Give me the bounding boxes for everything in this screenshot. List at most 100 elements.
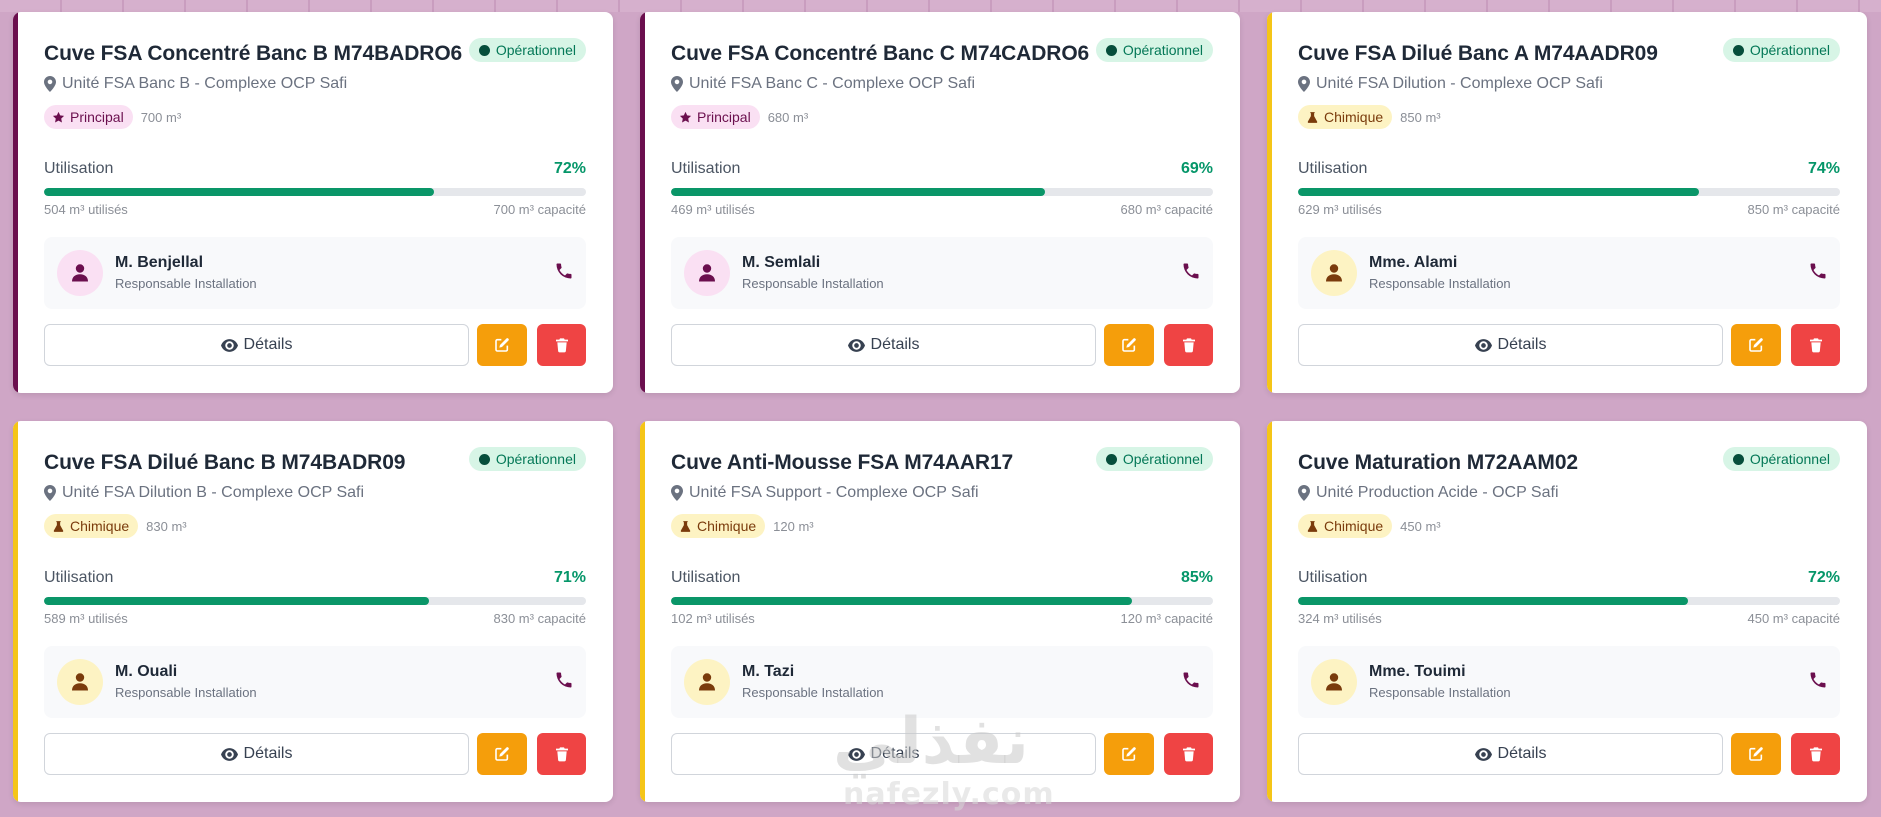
usage-progress-bar bbox=[44, 188, 586, 196]
tank-title: Cuve FSA Concentré Banc B M74BADRO6 bbox=[44, 42, 463, 65]
capacity-volume: 830 m³ capacité bbox=[493, 611, 587, 626]
details-button[interactable]: Détails bbox=[1298, 324, 1723, 366]
status-dot-icon bbox=[1105, 44, 1117, 56]
tag-row: Chimique 850 m³ bbox=[1298, 105, 1441, 129]
contact-box: Mme. Alami Responsable Installation bbox=[1298, 237, 1840, 309]
used-volume: 469 m³ utilisés bbox=[671, 202, 755, 217]
status-dot-icon bbox=[1105, 453, 1117, 465]
edit-button[interactable] bbox=[477, 733, 527, 775]
delete-button[interactable] bbox=[1791, 324, 1840, 366]
phone-icon[interactable] bbox=[554, 261, 574, 281]
location-text: Unité FSA Dilution - Complexe OCP Safi bbox=[1316, 75, 1603, 92]
status-text: Opérationnel bbox=[495, 42, 576, 58]
status-dot-icon bbox=[1732, 453, 1744, 465]
contact-role: Responsable Installation bbox=[1369, 276, 1511, 291]
delete-button[interactable] bbox=[1164, 733, 1213, 775]
trash-icon bbox=[1809, 338, 1822, 353]
map-pin-icon bbox=[671, 485, 683, 501]
usage-percent: 72% bbox=[1807, 569, 1840, 586]
tank-card: Cuve FSA Concentré Banc B M74BADRO6 Opér… bbox=[13, 12, 613, 393]
card-accent-principal bbox=[640, 12, 645, 393]
map-pin-icon bbox=[1298, 485, 1310, 501]
details-button[interactable]: Détails bbox=[44, 733, 469, 775]
usage-progress-fill bbox=[1298, 188, 1700, 196]
eye-icon bbox=[1474, 338, 1492, 352]
avatar bbox=[57, 659, 103, 705]
type-tag: Principal bbox=[44, 105, 133, 129]
phone-icon[interactable] bbox=[1808, 261, 1828, 281]
tank-volume: 850 m³ bbox=[1400, 109, 1441, 125]
delete-button[interactable] bbox=[1791, 733, 1840, 775]
tank-location: Unité FSA Dilution B - Complexe OCP Safi bbox=[44, 484, 364, 502]
capacity-volume: 450 m³ capacité bbox=[1747, 611, 1841, 626]
status-badge: Opérationnel bbox=[1095, 447, 1213, 471]
phone-icon[interactable] bbox=[1181, 670, 1201, 690]
edit-icon bbox=[1749, 747, 1763, 761]
details-label: Détails bbox=[1497, 745, 1547, 762]
tag-label: Chimique bbox=[1324, 109, 1384, 125]
tank-volume: 830 m³ bbox=[146, 518, 187, 534]
avatar bbox=[57, 250, 103, 296]
phone-icon[interactable] bbox=[1181, 261, 1201, 281]
edit-button[interactable] bbox=[1731, 733, 1781, 775]
usage-percent: 74% bbox=[1807, 160, 1840, 177]
status-dot-icon bbox=[478, 453, 490, 465]
phone-icon[interactable] bbox=[554, 670, 574, 690]
status-dot-icon bbox=[1732, 44, 1744, 56]
tag-row: Principal 700 m³ bbox=[44, 105, 181, 129]
usage-label: Utilisation bbox=[1298, 160, 1368, 177]
map-pin-icon bbox=[671, 76, 683, 92]
edit-button[interactable] bbox=[1104, 733, 1154, 775]
details-label: Détails bbox=[870, 336, 920, 353]
usage-percent: 71% bbox=[553, 569, 586, 586]
type-tag: Chimique bbox=[671, 514, 766, 538]
details-label: Détails bbox=[870, 745, 920, 762]
user-icon bbox=[1326, 673, 1342, 691]
details-button[interactable]: Détails bbox=[1298, 733, 1723, 775]
tank-card: Cuve Maturation M72AAM02 Opérationnel Un… bbox=[1267, 421, 1867, 802]
type-tag: Chimique bbox=[1298, 105, 1393, 129]
usage-label: Utilisation bbox=[1298, 569, 1368, 586]
trash-icon bbox=[555, 338, 568, 353]
edit-button[interactable] bbox=[1731, 324, 1781, 366]
trash-icon bbox=[555, 747, 568, 762]
details-button[interactable]: Détails bbox=[671, 733, 1096, 775]
details-button[interactable]: Détails bbox=[671, 324, 1096, 366]
tank-title: Cuve Anti-Mousse FSA M74AAR17 bbox=[671, 451, 1014, 474]
eye-icon bbox=[220, 338, 238, 352]
card-accent-chimique bbox=[1267, 421, 1272, 802]
tag-row: Chimique 450 m³ bbox=[1298, 514, 1441, 538]
used-volume: 629 m³ utilisés bbox=[1298, 202, 1382, 217]
card-accent-chimique bbox=[1267, 12, 1272, 393]
tank-volume: 700 m³ bbox=[140, 109, 182, 125]
tank-card-grid: Cuve FSA Concentré Banc B M74BADRO6 Opér… bbox=[0, 0, 1881, 817]
contact-name: M. Ouali bbox=[115, 663, 178, 680]
tank-volume: 450 m³ bbox=[1400, 518, 1441, 534]
details-button[interactable]: Détails bbox=[44, 324, 469, 366]
contact-box: M. Benjellal Responsable Installation bbox=[44, 237, 586, 309]
contact-box: M. Semlali Responsable Installation bbox=[671, 237, 1213, 309]
status-text: Opérationnel bbox=[1749, 451, 1830, 467]
contact-box: M. Ouali Responsable Installation bbox=[44, 646, 586, 718]
tag-row: Chimique 830 m³ bbox=[44, 514, 187, 538]
edit-button[interactable] bbox=[477, 324, 527, 366]
location-text: Unité FSA Dilution B - Complexe OCP Safi bbox=[62, 484, 365, 501]
contact-box: Mme. Touimi Responsable Installation bbox=[1298, 646, 1840, 718]
details-label: Détails bbox=[243, 745, 293, 762]
phone-icon[interactable] bbox=[1808, 670, 1828, 690]
delete-button[interactable] bbox=[1164, 324, 1213, 366]
map-pin-icon bbox=[44, 485, 56, 501]
tank-location: Unité FSA Banc C - Complexe OCP Safi bbox=[671, 75, 975, 93]
tank-title: Cuve FSA Dilué Banc B M74BADR09 bbox=[44, 451, 406, 474]
avatar bbox=[684, 250, 730, 296]
status-dot-icon bbox=[478, 44, 490, 56]
flask-icon bbox=[53, 520, 64, 532]
usage-label: Utilisation bbox=[671, 569, 741, 586]
status-text: Opérationnel bbox=[1122, 451, 1203, 467]
delete-button[interactable] bbox=[537, 733, 586, 775]
tank-title: Cuve Maturation M72AAM02 bbox=[1298, 451, 1578, 474]
edit-button[interactable] bbox=[1104, 324, 1154, 366]
type-tag: Principal bbox=[671, 105, 760, 129]
tank-location: Unité Production Acide - OCP Safi bbox=[1298, 484, 1559, 502]
delete-button[interactable] bbox=[537, 324, 586, 366]
